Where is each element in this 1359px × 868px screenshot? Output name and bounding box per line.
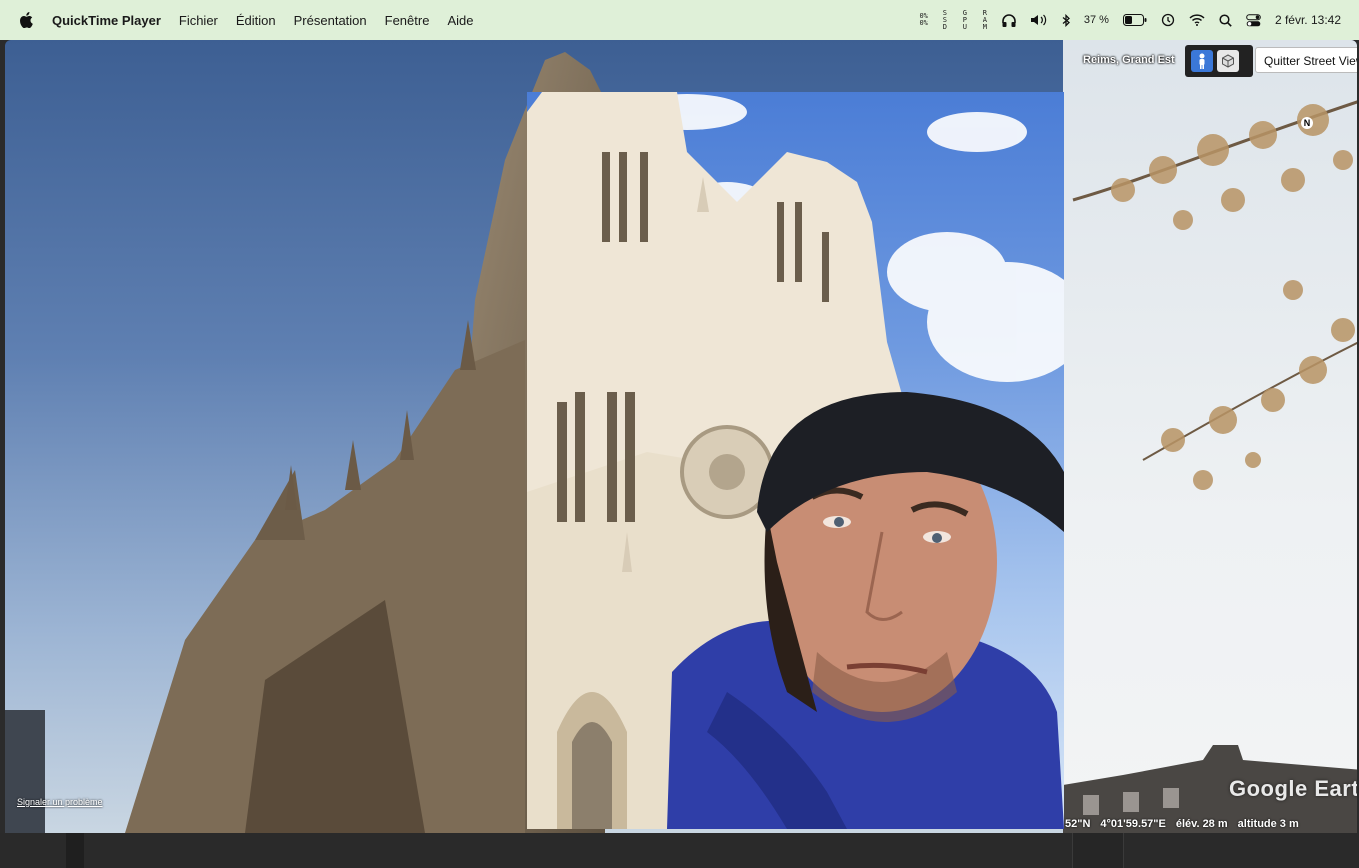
altitude-readout: altitude 3 m [1237,818,1299,830]
longitude-readout: 4°01'59.57"E [1100,818,1166,830]
clock[interactable]: 2 févr. 13:42 [1275,13,1341,27]
apple-icon[interactable] [18,11,34,29]
gpu-monitor[interactable]: GPU [962,9,968,31]
tree-branches-image [1063,100,1357,833]
app-menu[interactable]: QuickTime Player [52,13,161,28]
menu-presentation[interactable]: Présentation [294,13,367,28]
left-sidebar-strip [66,833,84,868]
bluetooth-icon[interactable] [1062,13,1070,27]
street-view-panorama[interactable]: Reims, Grand Est Quitter Street View N S… [5,40,1357,833]
view-mode-toggle[interactable] [1185,45,1253,77]
compass-icon[interactable]: N [1301,117,1313,129]
battery-percent[interactable]: 37 % [1084,14,1109,26]
status-area: 0% 0% SSD GPU RAM 37 % 2 févr. 13:42 [919,0,1341,40]
latitude-readout: 52"N [1065,818,1091,830]
selfie-video-overlay[interactable] [527,92,1064,829]
menu-fenetre[interactable]: Fenêtre [385,13,430,28]
report-problem-link[interactable]: Signaler un problème [17,797,103,807]
3d-cube-icon[interactable] [1217,50,1239,72]
menu-aide[interactable]: Aide [447,13,473,28]
headphones-icon[interactable] [1002,13,1016,27]
control-center-icon[interactable] [1246,13,1261,27]
menu-edition[interactable]: Édition [236,13,276,28]
right-sidebar-strip [1072,833,1124,868]
ram-monitor[interactable]: RAM [982,9,988,31]
pegman-icon[interactable] [1191,50,1213,72]
location-label: Reims, Grand Est [1083,54,1175,66]
battery-icon[interactable] [1122,14,1147,26]
google-earth-logo: Google Earth [1229,776,1357,801]
menu-bar: QuickTime Player Fichier Édition Présent… [0,0,1359,40]
exit-street-view-button[interactable]: Quitter Street View [1255,47,1357,73]
elevation-readout: élév. 28 m [1175,818,1228,830]
ssd-monitor[interactable]: SSD [942,9,948,31]
bottom-panel [0,833,1359,868]
wifi-icon[interactable] [1189,14,1205,26]
volume-icon[interactable] [1030,14,1048,26]
time-machine-icon[interactable] [1161,13,1175,27]
coordinates-bar: 52"N 4°01'59.57"E élév. 28 m altitude 3 … [1065,815,1299,833]
cpu-monitor[interactable]: 0% 0% [919,13,927,27]
selfie-photo [527,92,1064,829]
menu-fichier[interactable]: Fichier [179,13,218,28]
search-icon[interactable] [1219,13,1232,27]
cpu-bottom-value: 0% [919,19,928,27]
